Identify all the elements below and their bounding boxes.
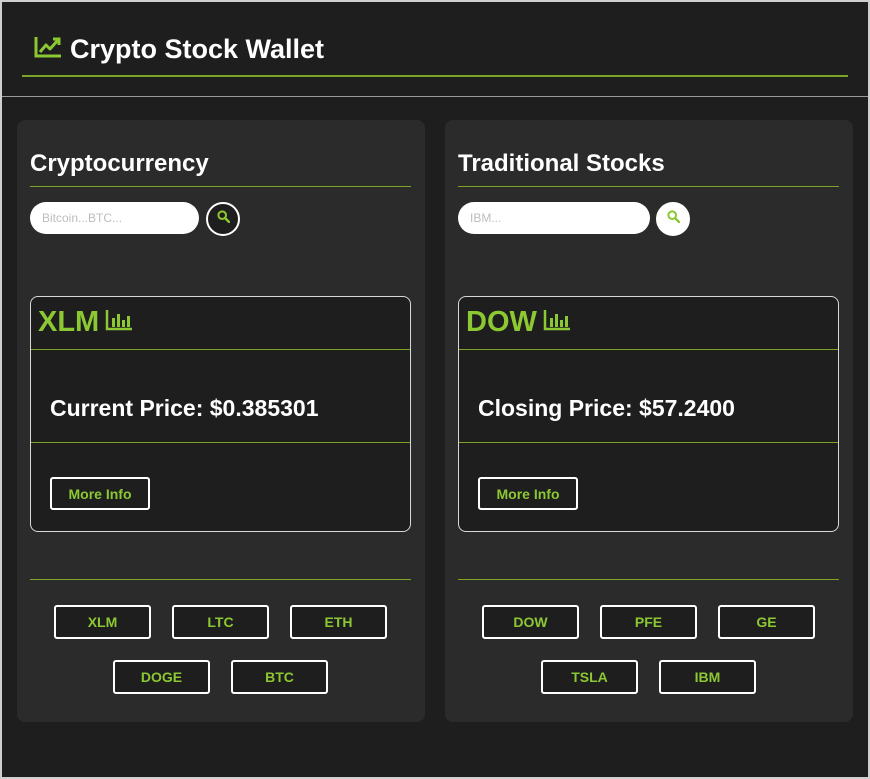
divider: [459, 442, 838, 443]
stocks-search-button[interactable]: [656, 202, 690, 236]
stock-symbol: DOW: [466, 306, 571, 339]
card-header: DOW: [459, 297, 838, 350]
divider: [458, 186, 839, 187]
app-frame: Crypto Stock Wallet Cryptocurrency XLM: [0, 0, 870, 779]
line-chart-icon: [34, 34, 62, 65]
stock-ticker-row: TSLA IBM: [458, 660, 839, 694]
crypto-panel: Cryptocurrency XLM: [17, 120, 425, 722]
header: Crypto Stock Wallet: [2, 2, 868, 97]
header-bar: Crypto Stock Wallet: [22, 24, 848, 77]
crypto-ticker-row: XLM LTC ETH: [30, 605, 411, 639]
card-header: XLM: [31, 297, 410, 350]
crypto-panel-title: Cryptocurrency: [30, 150, 209, 177]
ticker-button-dow[interactable]: DOW: [482, 605, 579, 639]
crypto-symbol: XLM: [38, 306, 133, 339]
stock-symbol-text: DOW: [466, 306, 537, 338]
search-icon: [666, 210, 680, 228]
ticker-button-btc[interactable]: BTC: [231, 660, 328, 694]
divider: [458, 579, 839, 580]
ticker-button-pfe[interactable]: PFE: [600, 605, 697, 639]
ticker-button-xlm[interactable]: XLM: [54, 605, 151, 639]
stocks-more-info-button[interactable]: More Info: [478, 477, 578, 510]
stocks-panel: Traditional Stocks DOW: [445, 120, 853, 722]
stocks-price-card: DOW Closing Price: $57.2400 More Info: [458, 296, 839, 532]
app-title: Crypto Stock Wallet: [34, 34, 324, 65]
bar-chart-icon: [543, 306, 571, 339]
ticker-button-ibm[interactable]: IBM: [659, 660, 756, 694]
stock-ticker-row: DOW PFE GE: [458, 605, 839, 639]
stocks-panel-title: Traditional Stocks: [458, 150, 665, 177]
bar-chart-icon: [105, 306, 133, 339]
ticker-button-eth[interactable]: ETH: [290, 605, 387, 639]
crypto-search-button[interactable]: [206, 202, 240, 236]
crypto-price-card: XLM Current Price: $0.385301 More Info: [30, 296, 411, 532]
crypto-ticker-row: DOGE BTC: [30, 660, 411, 694]
divider: [31, 442, 410, 443]
ticker-button-tsla[interactable]: TSLA: [541, 660, 638, 694]
search-icon: [216, 210, 230, 228]
divider: [30, 579, 411, 580]
app-title-text: Crypto Stock Wallet: [70, 34, 325, 64]
crypto-search-input[interactable]: [30, 202, 199, 234]
crypto-symbol-text: XLM: [38, 306, 100, 338]
crypto-current-price: Current Price: $0.385301: [50, 395, 319, 421]
stocks-search-input[interactable]: [458, 202, 650, 234]
ticker-button-ltc[interactable]: LTC: [172, 605, 269, 639]
ticker-button-ge[interactable]: GE: [718, 605, 815, 639]
stock-closing-price: Closing Price: $57.2400: [478, 395, 735, 421]
divider: [30, 186, 411, 187]
crypto-more-info-button[interactable]: More Info: [50, 477, 150, 510]
ticker-button-doge[interactable]: DOGE: [113, 660, 210, 694]
